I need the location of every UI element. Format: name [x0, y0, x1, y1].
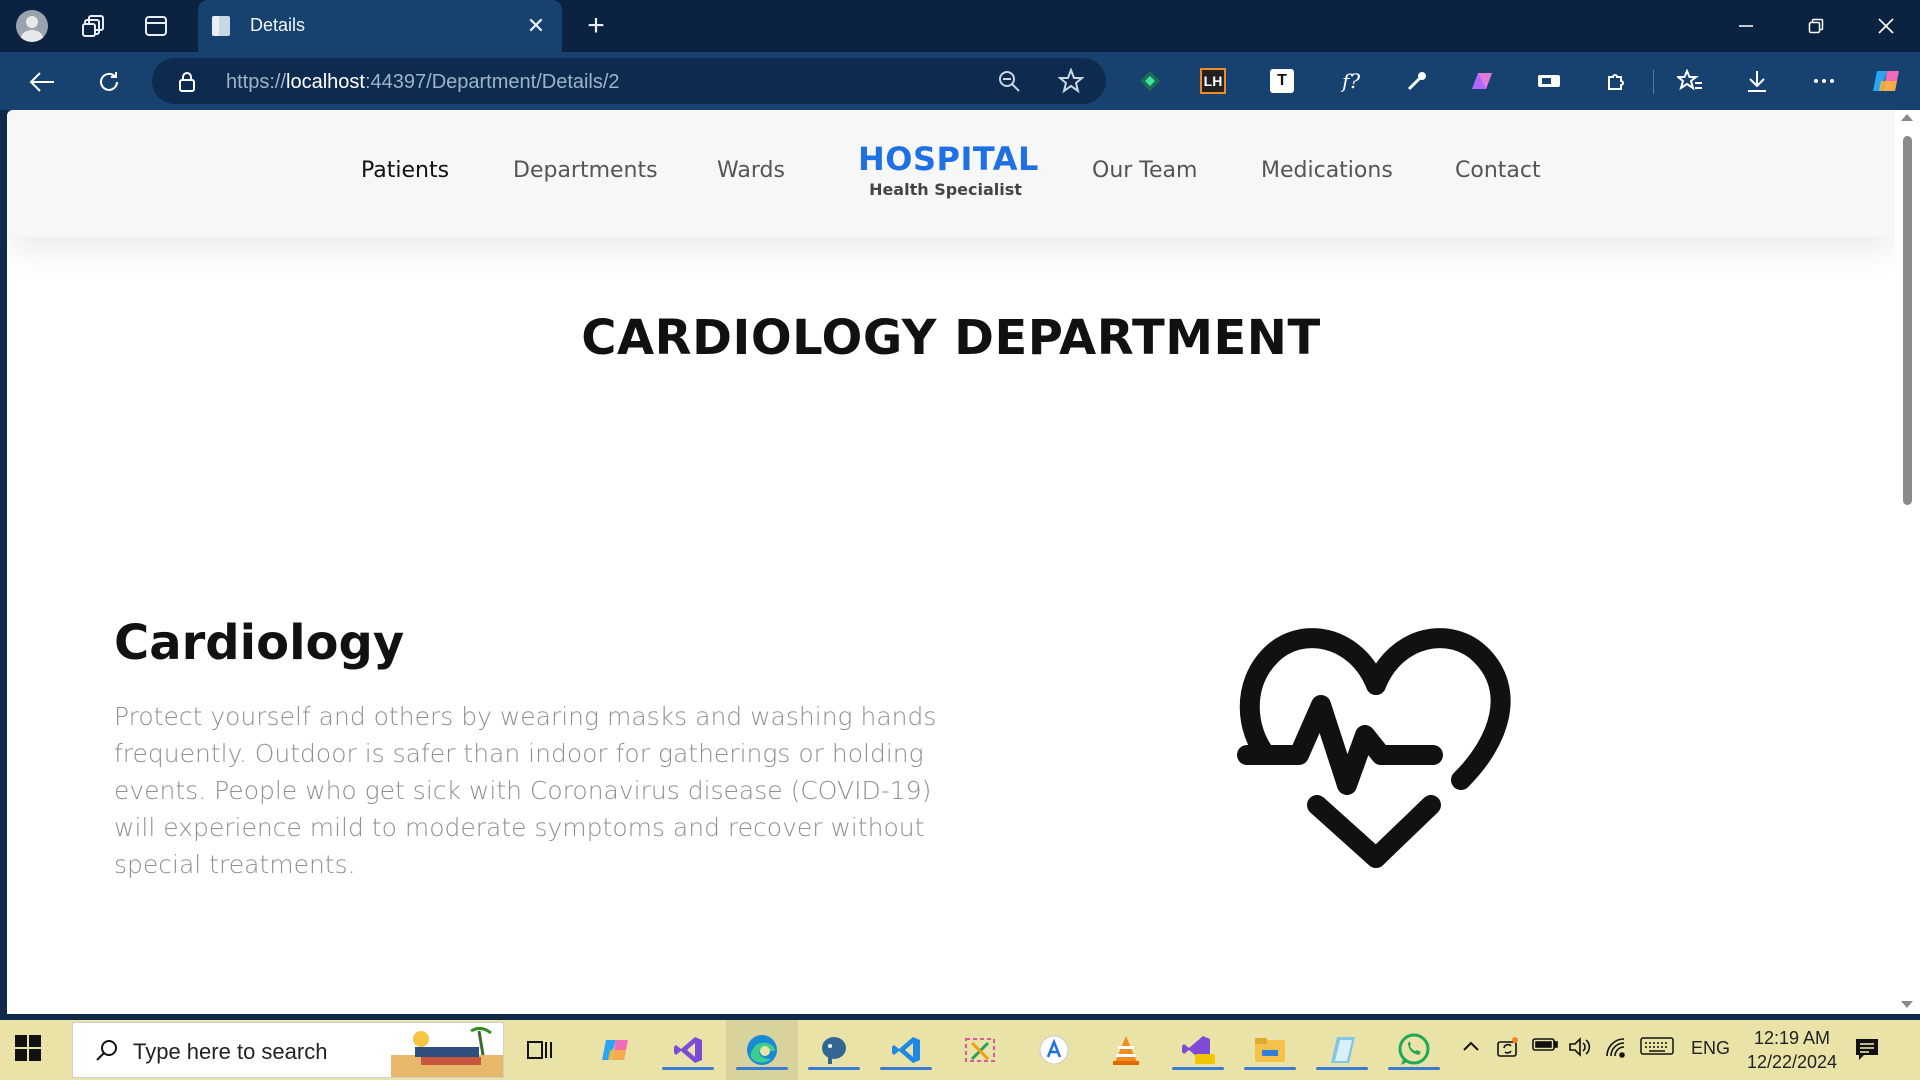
extension-purple-icon[interactable] [1465, 64, 1499, 98]
profile-avatar-icon[interactable] [14, 8, 50, 44]
search-icon [95, 1038, 119, 1067]
lighthouse-extension-icon[interactable]: LH [1200, 68, 1226, 94]
wifi-icon[interactable] [1604, 1036, 1628, 1063]
workspaces-icon[interactable] [76, 8, 112, 44]
browser-title-bar: Details ✕ + [0, 0, 1920, 52]
tab-title: Details [250, 15, 306, 35]
taskbar-search-box[interactable]: Type here to search [72, 1022, 504, 1078]
vertical-tabs-icon[interactable] [138, 8, 174, 44]
search-placeholder: Type here to search [133, 1039, 328, 1064]
nav-link-patients[interactable]: Patients [361, 158, 449, 183]
close-tab-icon[interactable]: ✕ [522, 12, 550, 40]
show-hidden-icons-chevron-icon[interactable] [1462, 1036, 1480, 1057]
clock-time: 12:19 AM [1753, 1028, 1831, 1048]
scroll-up-arrow-icon[interactable] [1901, 114, 1913, 121]
department-description: Protect yourself and others by wearing m… [114, 702, 937, 879]
color-picker-icon[interactable] [1400, 64, 1434, 98]
page-title: CARDIOLOGY DEPARTMENT [581, 310, 1321, 366]
refresh-icon[interactable] [89, 62, 129, 102]
running-indicator [1388, 1067, 1440, 1070]
running-indicator [736, 1067, 788, 1070]
volume-icon[interactable] [1568, 1036, 1592, 1063]
clock-date: 12/22/2024 [1746, 1052, 1838, 1072]
site-brand[interactable]: HOSPITAL Health Specialist [858, 140, 1039, 199]
favorite-star-icon[interactable] [1056, 66, 1086, 96]
favorites-icon[interactable] [1673, 64, 1707, 98]
downloads-icon[interactable] [1740, 64, 1774, 98]
page-favicon-icon [210, 14, 232, 38]
file-explorer-icon[interactable] [1244, 1028, 1296, 1072]
windows-start-icon[interactable] [14, 1034, 46, 1066]
new-tab-icon[interactable]: + [578, 8, 614, 44]
department-name: Cardiology [114, 615, 405, 671]
system-clock[interactable]: 12:19 AM 12/22/2024 [1738, 1026, 1846, 1074]
address-bar[interactable]: https://localhost:44397/Department/Detai… [152, 58, 1106, 104]
edge-browser-icon[interactable] [736, 1028, 788, 1072]
extensions-puzzle-icon[interactable] [1600, 64, 1634, 98]
notification-center-icon[interactable] [1854, 1036, 1880, 1067]
font-extension-icon[interactable]: f? [1334, 64, 1368, 98]
zoom-out-icon[interactable] [994, 66, 1024, 96]
running-indicator [1172, 1067, 1224, 1070]
visual-studio-icon[interactable] [662, 1028, 714, 1072]
copilot-app-icon[interactable] [594, 1028, 638, 1072]
heart-pulse-icon [1231, 615, 1521, 885]
more-menu-icon[interactable] [1807, 64, 1841, 98]
minimize-icon[interactable] [1724, 6, 1768, 46]
running-indicator [1316, 1067, 1368, 1070]
page-viewport: Patients Departments Wards HOSPITAL Heal… [7, 110, 1895, 1014]
nav-link-our-team[interactable]: Our Team [1092, 158, 1197, 183]
scroll-down-arrow-icon[interactable] [1901, 1001, 1913, 1008]
browser-toolbar: https://localhost:44397/Department/Detai… [0, 52, 1920, 110]
whatsapp-icon[interactable] [1388, 1028, 1440, 1072]
text-extension-icon[interactable]: T [1270, 69, 1294, 93]
close-window-icon[interactable] [1864, 6, 1908, 46]
nav-link-departments[interactable]: Departments [513, 158, 658, 183]
brand-subtitle: Health Specialist [869, 180, 1022, 199]
vscode-icon[interactable] [880, 1028, 932, 1072]
task-view-icon[interactable] [518, 1028, 562, 1072]
page-scrollbar[interactable] [1895, 110, 1920, 1014]
running-indicator [880, 1067, 932, 1070]
postgresql-icon[interactable] [808, 1028, 860, 1072]
input-language[interactable]: ENG [1691, 1038, 1730, 1059]
scrollbar-thumb[interactable] [1903, 136, 1912, 505]
notepad-icon[interactable] [1316, 1028, 1368, 1072]
windows-taskbar: Type here to search ENG 12:19 AM 12/22/2… [0, 1020, 1920, 1080]
url-text[interactable]: https://localhost:44397/Department/Detai… [226, 71, 620, 94]
search-highlight-illustration-icon [391, 1025, 503, 1077]
lock-icon[interactable] [178, 71, 196, 98]
running-indicator [808, 1067, 860, 1070]
running-indicator [1244, 1067, 1296, 1070]
extension-green-icon[interactable] [1133, 64, 1167, 98]
battery-icon[interactable] [1532, 1036, 1558, 1057]
brand-title: HOSPITAL [858, 140, 1039, 178]
running-indicator [662, 1067, 714, 1070]
app-store-icon[interactable] [1032, 1028, 1076, 1072]
sync-tray-icon[interactable] [1496, 1036, 1520, 1063]
extension-device-icon[interactable] [1532, 64, 1566, 98]
nav-link-medications[interactable]: Medications [1261, 158, 1393, 183]
toolbar-divider [1653, 70, 1654, 94]
copilot-icon[interactable] [1870, 64, 1904, 98]
nav-link-contact[interactable]: Contact [1455, 158, 1541, 183]
site-navbar: Patients Departments Wards HOSPITAL Heal… [7, 110, 1895, 237]
visual-studio-preview-icon[interactable] [1172, 1028, 1224, 1072]
vlc-icon[interactable] [1104, 1028, 1148, 1072]
touch-keyboard-icon[interactable] [1640, 1036, 1674, 1061]
restore-icon[interactable] [1794, 6, 1838, 46]
back-icon[interactable] [22, 62, 62, 102]
snipping-tool-icon[interactable] [958, 1028, 1002, 1072]
nav-link-wards[interactable]: Wards [717, 158, 785, 183]
